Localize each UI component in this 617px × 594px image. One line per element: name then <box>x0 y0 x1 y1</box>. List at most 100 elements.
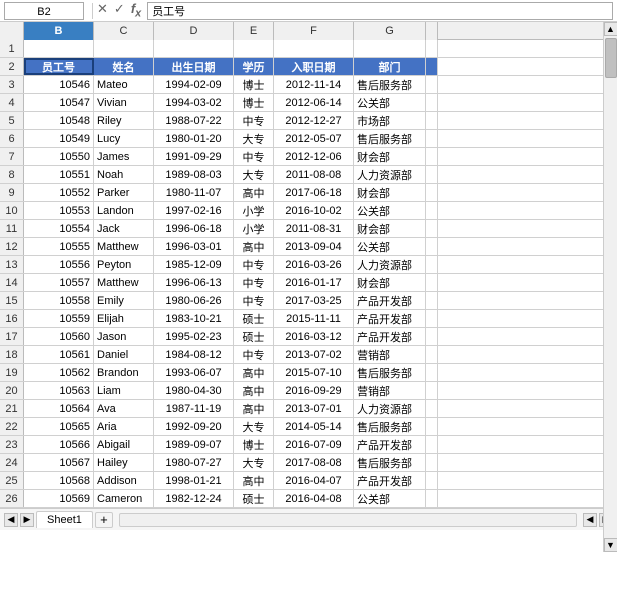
cell[interactable]: 小学 <box>234 220 274 237</box>
cell[interactable]: Lucy <box>94 130 154 147</box>
cell[interactable]: 1996-06-18 <box>154 220 234 237</box>
cell[interactable]: 2011-08-08 <box>274 166 354 183</box>
cell[interactable]: 1987-11-19 <box>154 400 234 417</box>
cell[interactable]: Brandon <box>94 364 154 381</box>
cell[interactable]: 高中 <box>234 400 274 417</box>
col-header-d[interactable]: D <box>154 22 234 40</box>
cell[interactable] <box>24 40 94 57</box>
cell[interactable] <box>426 148 438 165</box>
cell[interactable]: 10564 <box>24 400 94 417</box>
cell[interactable] <box>426 382 438 399</box>
cell[interactable] <box>426 310 438 327</box>
cell[interactable] <box>426 418 438 435</box>
cell[interactable] <box>354 40 426 57</box>
cell[interactable]: 2016-03-26 <box>274 256 354 273</box>
cell[interactable]: 硕士 <box>234 310 274 327</box>
cell[interactable]: 售后服务部 <box>354 454 426 471</box>
sheet-tab-sheet1[interactable]: Sheet1 <box>36 511 93 528</box>
cell[interactable]: 10546 <box>24 76 94 93</box>
cell[interactable]: 2016-04-07 <box>274 472 354 489</box>
cell[interactable] <box>426 274 438 291</box>
cell[interactable]: 高中 <box>234 238 274 255</box>
cell[interactable]: Noah <box>94 166 154 183</box>
cell[interactable]: 2012-05-07 <box>274 130 354 147</box>
cell[interactable]: Emily <box>94 292 154 309</box>
cell[interactable]: 10555 <box>24 238 94 255</box>
cell[interactable]: 售后服务部 <box>354 130 426 147</box>
cell[interactable]: 1996-03-01 <box>154 238 234 255</box>
cell[interactable]: 1983-10-21 <box>154 310 234 327</box>
cell[interactable]: 人力资源部 <box>354 256 426 273</box>
cell[interactable] <box>274 40 354 57</box>
cell[interactable]: Parker <box>94 184 154 201</box>
cell[interactable]: Hailey <box>94 454 154 471</box>
cell[interactable]: 2017-06-18 <box>274 184 354 201</box>
cell[interactable]: 2013-07-01 <box>274 400 354 417</box>
cell[interactable] <box>426 220 438 237</box>
cell[interactable]: 10548 <box>24 112 94 129</box>
cell[interactable]: Landon <box>94 202 154 219</box>
cell[interactable]: Abigail <box>94 436 154 453</box>
cell[interactable] <box>426 184 438 201</box>
cell[interactable] <box>426 256 438 273</box>
cell[interactable]: 10567 <box>24 454 94 471</box>
cell[interactable]: 财会部 <box>354 184 426 201</box>
cell[interactable] <box>426 400 438 417</box>
cell[interactable]: 10553 <box>24 202 94 219</box>
cell[interactable]: 10557 <box>24 274 94 291</box>
cancel-icon[interactable]: ✕ <box>97 1 108 20</box>
cell[interactable] <box>426 238 438 255</box>
cell[interactable] <box>94 40 154 57</box>
cell[interactable]: 营销部 <box>354 382 426 399</box>
cell[interactable]: 人力资源部 <box>354 166 426 183</box>
cell[interactable]: 1989-08-03 <box>154 166 234 183</box>
cell[interactable]: 1994-02-09 <box>154 76 234 93</box>
cell[interactable]: 大专 <box>234 418 274 435</box>
cell[interactable]: 硕士 <box>234 328 274 345</box>
cell[interactable]: 中专 <box>234 346 274 363</box>
cell[interactable]: 1997-02-16 <box>154 202 234 219</box>
cell[interactable] <box>426 130 438 147</box>
cell[interactable]: 2012-06-14 <box>274 94 354 111</box>
cell[interactable] <box>426 94 438 111</box>
cell[interactable] <box>426 328 438 345</box>
cell[interactable]: 1980-01-20 <box>154 130 234 147</box>
cell[interactable]: 市场部 <box>354 112 426 129</box>
col-header-f[interactable]: F <box>274 22 354 40</box>
scroll-up-button[interactable]: ▲ <box>604 22 617 36</box>
cell[interactable] <box>426 454 438 471</box>
cell[interactable]: 10565 <box>24 418 94 435</box>
cell[interactable]: 1980-07-27 <box>154 454 234 471</box>
horizontal-scrollbar[interactable] <box>119 513 577 527</box>
cell[interactable]: Peyton <box>94 256 154 273</box>
cell[interactable]: 2015-11-11 <box>274 310 354 327</box>
cell[interactable]: 中专 <box>234 274 274 291</box>
cell[interactable]: 大专 <box>234 454 274 471</box>
cell[interactable]: 1992-09-20 <box>154 418 234 435</box>
cell[interactable]: 1993-06-07 <box>154 364 234 381</box>
cell[interactable]: 2012-11-14 <box>274 76 354 93</box>
col-header-h[interactable] <box>426 22 438 40</box>
cell[interactable]: 中专 <box>234 256 274 273</box>
cell[interactable]: 产品开发部 <box>354 328 426 345</box>
cell[interactable]: James <box>94 148 154 165</box>
cell[interactable] <box>426 292 438 309</box>
cell[interactable]: 2017-08-08 <box>274 454 354 471</box>
cell[interactable]: Matthew <box>94 238 154 255</box>
cell[interactable]: 10560 <box>24 328 94 345</box>
cell[interactable]: 1991-09-29 <box>154 148 234 165</box>
cell[interactable]: 10556 <box>24 256 94 273</box>
cell[interactable]: Riley <box>94 112 154 129</box>
cell[interactable]: 公关部 <box>354 238 426 255</box>
cell[interactable]: 2013-09-04 <box>274 238 354 255</box>
cell[interactable]: 部门 <box>354 58 426 75</box>
cell[interactable]: 高中 <box>234 382 274 399</box>
cell[interactable]: 10551 <box>24 166 94 183</box>
add-sheet-button[interactable]: + <box>95 512 113 528</box>
cell[interactable]: 财会部 <box>354 274 426 291</box>
h-scroll-left[interactable]: ◀ <box>583 513 597 527</box>
cell[interactable] <box>426 490 438 507</box>
cell[interactable]: 小学 <box>234 202 274 219</box>
cell[interactable]: 2014-05-14 <box>274 418 354 435</box>
cell[interactable]: 1982-12-24 <box>154 490 234 507</box>
